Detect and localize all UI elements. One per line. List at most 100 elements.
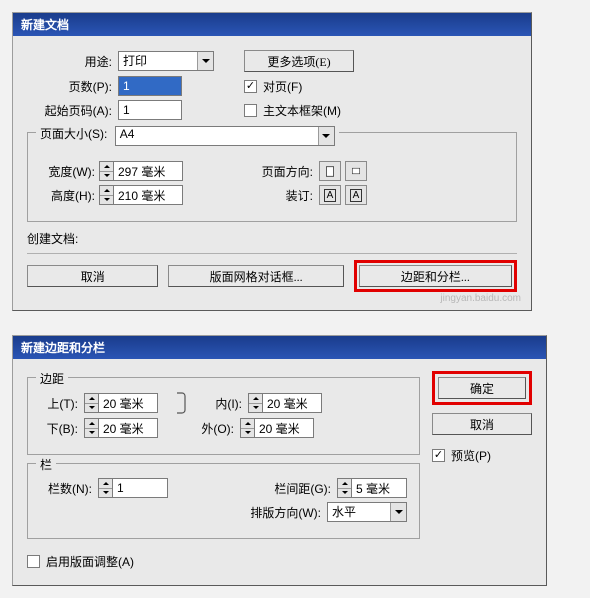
outside-value[interactable]: 20 毫米 bbox=[254, 418, 314, 438]
arrow-down-icon[interactable] bbox=[249, 404, 262, 413]
startpage-input[interactable] bbox=[118, 100, 182, 120]
arrow-down-icon[interactable] bbox=[100, 196, 113, 205]
layout-grid-button[interactable]: 版面网格对话框... bbox=[168, 265, 343, 287]
pages-label: 页数(P): bbox=[27, 78, 112, 95]
width-stepper[interactable]: 297 毫米 bbox=[99, 161, 183, 181]
checkbox-checked-icon: ✓ bbox=[432, 449, 445, 462]
layoutadj-label: 启用版面调整(A) bbox=[46, 553, 134, 570]
cancel-button-2[interactable]: 取消 bbox=[432, 413, 532, 435]
height-label: 高度(H): bbox=[40, 187, 95, 204]
arrow-down-icon[interactable] bbox=[99, 489, 112, 498]
cancel-label: 取消 bbox=[81, 268, 105, 285]
ok-button[interactable]: 确定 bbox=[438, 377, 526, 399]
inside-label: 内(I): bbox=[204, 395, 242, 412]
checkbox-unchecked-icon bbox=[244, 104, 257, 117]
preview-checkbox[interactable]: ✓ 预览(P) bbox=[432, 447, 532, 464]
intent-label: 用途: bbox=[27, 53, 112, 70]
pagesize-select[interactable]: A4 bbox=[115, 126, 335, 146]
height-value[interactable]: 210 毫米 bbox=[113, 185, 183, 205]
colnum-label: 栏数(N): bbox=[40, 480, 92, 497]
arrow-up-icon[interactable] bbox=[100, 162, 113, 172]
orientation-portrait-button[interactable] bbox=[319, 161, 341, 181]
arrow-down-icon[interactable] bbox=[338, 489, 351, 498]
columns-fieldset: 栏 栏数(N): 1 栏间距(G): 5 毫米 排版方向(W): bbox=[27, 463, 420, 539]
separator bbox=[27, 253, 517, 254]
highlight-ok-button: 确定 bbox=[432, 371, 532, 405]
outside-label: 外(O): bbox=[196, 420, 234, 437]
gutter-label: 栏间距(G): bbox=[267, 480, 331, 497]
preview-label: 预览(P) bbox=[451, 447, 491, 464]
arrow-up-icon[interactable] bbox=[249, 394, 262, 404]
cancel-button[interactable]: 取消 bbox=[27, 265, 158, 287]
margins-columns-label: 边距和分栏... bbox=[401, 268, 470, 285]
dialog1-title: 新建文档 bbox=[21, 18, 69, 32]
titlebar-1: 新建文档 bbox=[13, 13, 531, 36]
arrow-down-icon[interactable] bbox=[85, 404, 98, 413]
master-label: 主文本框架(M) bbox=[263, 102, 341, 119]
pagesize-fieldset: 页面大小(S): A4 宽度(W): 297 毫米 页面方向: bbox=[27, 132, 517, 222]
page-landscape-icon bbox=[352, 166, 360, 176]
create-doc-label: 创建文档: bbox=[27, 230, 517, 247]
cancel-label-2: 取消 bbox=[470, 416, 494, 433]
pages-input[interactable] bbox=[118, 76, 182, 96]
arrow-up-icon[interactable] bbox=[85, 419, 98, 429]
pagesize-label: 页面大小(S): bbox=[40, 127, 107, 141]
more-options-button[interactable]: 更多选项(E) bbox=[244, 50, 354, 72]
binding-right-icon: A bbox=[350, 189, 363, 202]
width-value[interactable]: 297 毫米 bbox=[113, 161, 183, 181]
facing-pages-checkbox[interactable]: ✓ 对页(F) bbox=[244, 78, 302, 95]
arrow-down-icon[interactable] bbox=[100, 172, 113, 181]
binding-right-button[interactable]: A bbox=[345, 185, 367, 205]
outside-stepper[interactable]: 20 毫米 bbox=[240, 418, 314, 438]
binding-left-icon: A bbox=[324, 189, 337, 202]
margins-columns-dialog: 新建边距和分栏 边距 上(T): 20 毫米 内(I): bbox=[12, 335, 547, 586]
columns-legend: 栏 bbox=[36, 456, 56, 473]
link-margins-icon[interactable] bbox=[170, 392, 192, 414]
arrow-down-icon[interactable] bbox=[241, 429, 254, 438]
arrow-up-icon[interactable] bbox=[99, 479, 112, 489]
master-textframe-checkbox[interactable]: 主文本框架(M) bbox=[244, 102, 341, 119]
arrow-up-icon[interactable] bbox=[100, 186, 113, 196]
pagesize-value: A4 bbox=[115, 126, 335, 146]
width-label: 宽度(W): bbox=[40, 163, 95, 180]
inside-value[interactable]: 20 毫米 bbox=[262, 393, 322, 413]
writing-value: 水平 bbox=[327, 502, 407, 522]
highlight-margins-button: 边距和分栏... bbox=[354, 260, 517, 292]
inside-stepper[interactable]: 20 毫米 bbox=[248, 393, 322, 413]
bottom-stepper[interactable]: 20 毫米 bbox=[84, 418, 158, 438]
pagesize-legend: 页面大小(S): A4 bbox=[36, 125, 339, 146]
arrow-down-icon[interactable] bbox=[85, 429, 98, 438]
top-value[interactable]: 20 毫米 bbox=[98, 393, 158, 413]
titlebar-2: 新建边距和分栏 bbox=[13, 336, 546, 359]
ok-label: 确定 bbox=[470, 380, 494, 397]
dialog2-title: 新建边距和分栏 bbox=[21, 341, 105, 355]
orient-label: 页面方向: bbox=[253, 163, 313, 180]
colnum-stepper[interactable]: 1 bbox=[98, 478, 168, 498]
layout-adjust-checkbox[interactable]: 启用版面调整(A) bbox=[27, 553, 134, 570]
intent-select[interactable]: 打印 bbox=[118, 51, 214, 71]
arrow-up-icon[interactable] bbox=[85, 394, 98, 404]
more-options-label: 更多选项(E) bbox=[267, 53, 330, 70]
binding-left-button[interactable]: A bbox=[319, 185, 341, 205]
height-stepper[interactable]: 210 毫米 bbox=[99, 185, 183, 205]
gutter-value[interactable]: 5 毫米 bbox=[351, 478, 407, 498]
top-stepper[interactable]: 20 毫米 bbox=[84, 393, 158, 413]
new-document-dialog: 新建文档 用途: 打印 更多选项(E) 页数(P): ✓ 对页(F) 起始页码(… bbox=[12, 12, 532, 311]
facing-label: 对页(F) bbox=[263, 78, 302, 95]
layout-grid-label: 版面网格对话框... bbox=[210, 268, 303, 285]
orientation-landscape-button[interactable] bbox=[345, 161, 367, 181]
gutter-stepper[interactable]: 5 毫米 bbox=[337, 478, 407, 498]
margins-columns-button[interactable]: 边距和分栏... bbox=[359, 265, 512, 287]
writing-select[interactable]: 水平 bbox=[327, 502, 407, 522]
colnum-value[interactable]: 1 bbox=[112, 478, 168, 498]
checkbox-unchecked-icon bbox=[27, 555, 40, 568]
checkbox-checked-icon: ✓ bbox=[244, 80, 257, 93]
startpage-label: 起始页码(A): bbox=[27, 102, 112, 119]
writing-label: 排版方向(W): bbox=[241, 504, 321, 521]
arrow-up-icon[interactable] bbox=[241, 419, 254, 429]
page-portrait-icon bbox=[326, 165, 334, 178]
bottom-value[interactable]: 20 毫米 bbox=[98, 418, 158, 438]
margins-fieldset: 边距 上(T): 20 毫米 内(I): 20 毫米 bbox=[27, 377, 420, 455]
arrow-up-icon[interactable] bbox=[338, 479, 351, 489]
bottom-label: 下(B): bbox=[40, 420, 78, 437]
